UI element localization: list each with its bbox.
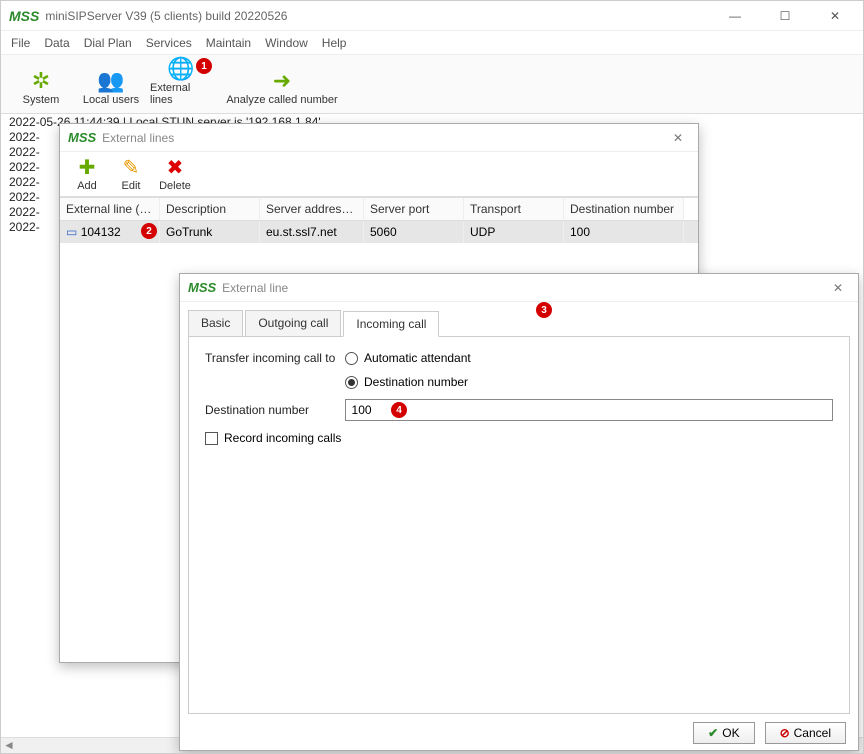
toolbar-external-lines[interactable]: 🌐 External lines 1: [147, 59, 215, 109]
cell-port: 5060: [364, 221, 464, 243]
toolbar-local-users[interactable]: 👥 Local users: [77, 59, 145, 109]
tab-body-incoming: Transfer incoming call to Automatic atte…: [188, 336, 850, 714]
col-description[interactable]: Description: [160, 198, 260, 220]
menu-dial-plan[interactable]: Dial Plan: [84, 36, 132, 50]
menu-window[interactable]: Window: [265, 36, 308, 50]
external-line-dialog: MSS External line ✕ Basic Outgoing call …: [179, 273, 859, 751]
main-toolbar: ✲ System 👥 Local users 🌐 External lines …: [1, 55, 863, 114]
table-row[interactable]: ▭ 104132 2 GoTrunk eu.st.ssl7.net 5060 U…: [60, 221, 698, 243]
transfer-label: Transfer incoming call to: [205, 351, 345, 365]
maximize-button[interactable]: ☐: [765, 4, 805, 28]
add-button[interactable]: ✚ Add: [66, 158, 108, 192]
table-header: External line (Acc Description Server ad…: [60, 197, 698, 221]
globe-icon: 🌐: [167, 58, 194, 80]
checkbox-icon: [205, 432, 218, 445]
main-window: MSS miniSIPServer V39 (5 clients) build …: [0, 0, 864, 754]
close-button[interactable]: ✕: [815, 4, 855, 28]
check-icon: ✔: [708, 726, 718, 740]
record-incoming-checkbox[interactable]: Record incoming calls: [205, 431, 341, 445]
cancel-icon: ⊘: [780, 726, 790, 740]
col-dest[interactable]: Destination number: [564, 198, 684, 220]
radio-icon: [345, 352, 358, 365]
destination-number-input[interactable]: [345, 399, 833, 421]
tab-strip: Basic Outgoing call Incoming call: [180, 302, 858, 336]
cell-account: 104132: [81, 225, 121, 239]
tab-basic[interactable]: Basic: [188, 310, 243, 336]
arrow-right-icon: ➜: [273, 70, 291, 92]
cell-dest: 100: [564, 221, 684, 243]
cell-transport: UDP: [464, 221, 564, 243]
col-port[interactable]: Server port: [364, 198, 464, 220]
users-icon: 👥: [97, 70, 124, 92]
tab-outgoing[interactable]: Outgoing call: [245, 310, 341, 336]
edit-button[interactable]: ✎ Edit: [110, 158, 152, 192]
col-transport[interactable]: Transport: [464, 198, 564, 220]
dialog-title: External lines: [102, 131, 666, 145]
cell-description: GoTrunk: [160, 221, 260, 243]
cell-server: eu.st.ssl7.net: [260, 221, 364, 243]
cancel-button[interactable]: ⊘ Cancel: [765, 722, 846, 744]
menu-services[interactable]: Services: [146, 36, 192, 50]
app-logo-icon: MSS: [68, 130, 96, 145]
minimize-button[interactable]: —: [715, 4, 755, 28]
delete-button[interactable]: ✖ Delete: [154, 158, 196, 192]
dialog-footer: ✔ OK ⊘ Cancel: [180, 714, 858, 752]
line-icon: ▭: [66, 225, 77, 239]
dest-number-label: Destination number: [205, 403, 345, 417]
radio-destination-number[interactable]: Destination number: [345, 375, 468, 389]
menu-data[interactable]: Data: [44, 36, 69, 50]
window-title: miniSIPServer V39 (5 clients) build 2022…: [45, 9, 715, 23]
plus-icon: ✚: [79, 158, 96, 178]
menu-maintain[interactable]: Maintain: [206, 36, 251, 50]
toolbar-analyze[interactable]: ➜ Analyze called number: [217, 59, 347, 109]
radio-auto-attendant[interactable]: Automatic attendant: [345, 351, 471, 365]
col-account[interactable]: External line (Acc: [60, 198, 160, 220]
radio-icon: [345, 376, 358, 389]
callout-badge-1: 1: [196, 58, 212, 74]
gear-icon: ✲: [32, 70, 50, 92]
pencil-icon: ✎: [123, 158, 140, 178]
titlebar: MSS miniSIPServer V39 (5 clients) build …: [1, 1, 863, 31]
delete-icon: ✖: [167, 158, 184, 178]
dialog-close-button[interactable]: ✕: [826, 278, 850, 298]
dialog-toolbar: ✚ Add ✎ Edit ✖ Delete: [60, 152, 698, 197]
callout-badge-4: 4: [391, 402, 407, 418]
callout-badge-3: 3: [536, 302, 552, 318]
app-logo-icon: MSS: [9, 8, 39, 24]
dialog-title: External line: [222, 281, 826, 295]
menu-help[interactable]: Help: [322, 36, 347, 50]
app-logo-icon: MSS: [188, 280, 216, 295]
toolbar-system[interactable]: ✲ System: [7, 59, 75, 109]
scroll-left-icon[interactable]: ◄: [1, 738, 17, 753]
menubar: File Data Dial Plan Services Maintain Wi…: [1, 31, 863, 55]
col-server[interactable]: Server address/Do: [260, 198, 364, 220]
ok-button[interactable]: ✔ OK: [693, 722, 754, 744]
dialog-close-button[interactable]: ✕: [666, 128, 690, 148]
callout-badge-2: 2: [141, 223, 157, 239]
tab-incoming[interactable]: Incoming call: [343, 311, 439, 337]
menu-file[interactable]: File: [11, 36, 30, 50]
